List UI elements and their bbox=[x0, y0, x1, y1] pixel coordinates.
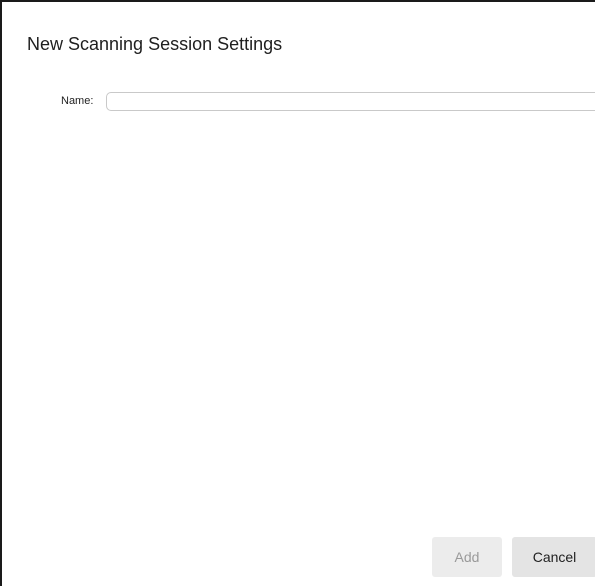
name-field-row: Name: bbox=[2, 92, 595, 112]
name-input[interactable] bbox=[106, 92, 595, 111]
cancel-button[interactable]: Cancel bbox=[512, 537, 595, 577]
dialog-title: New Scanning Session Settings bbox=[27, 34, 283, 54]
name-label: Name: bbox=[61, 95, 94, 107]
add-button[interactable]: Add bbox=[432, 537, 502, 577]
new-scanning-session-dialog: New Scanning Session Settings Name: Add … bbox=[0, 0, 595, 586]
